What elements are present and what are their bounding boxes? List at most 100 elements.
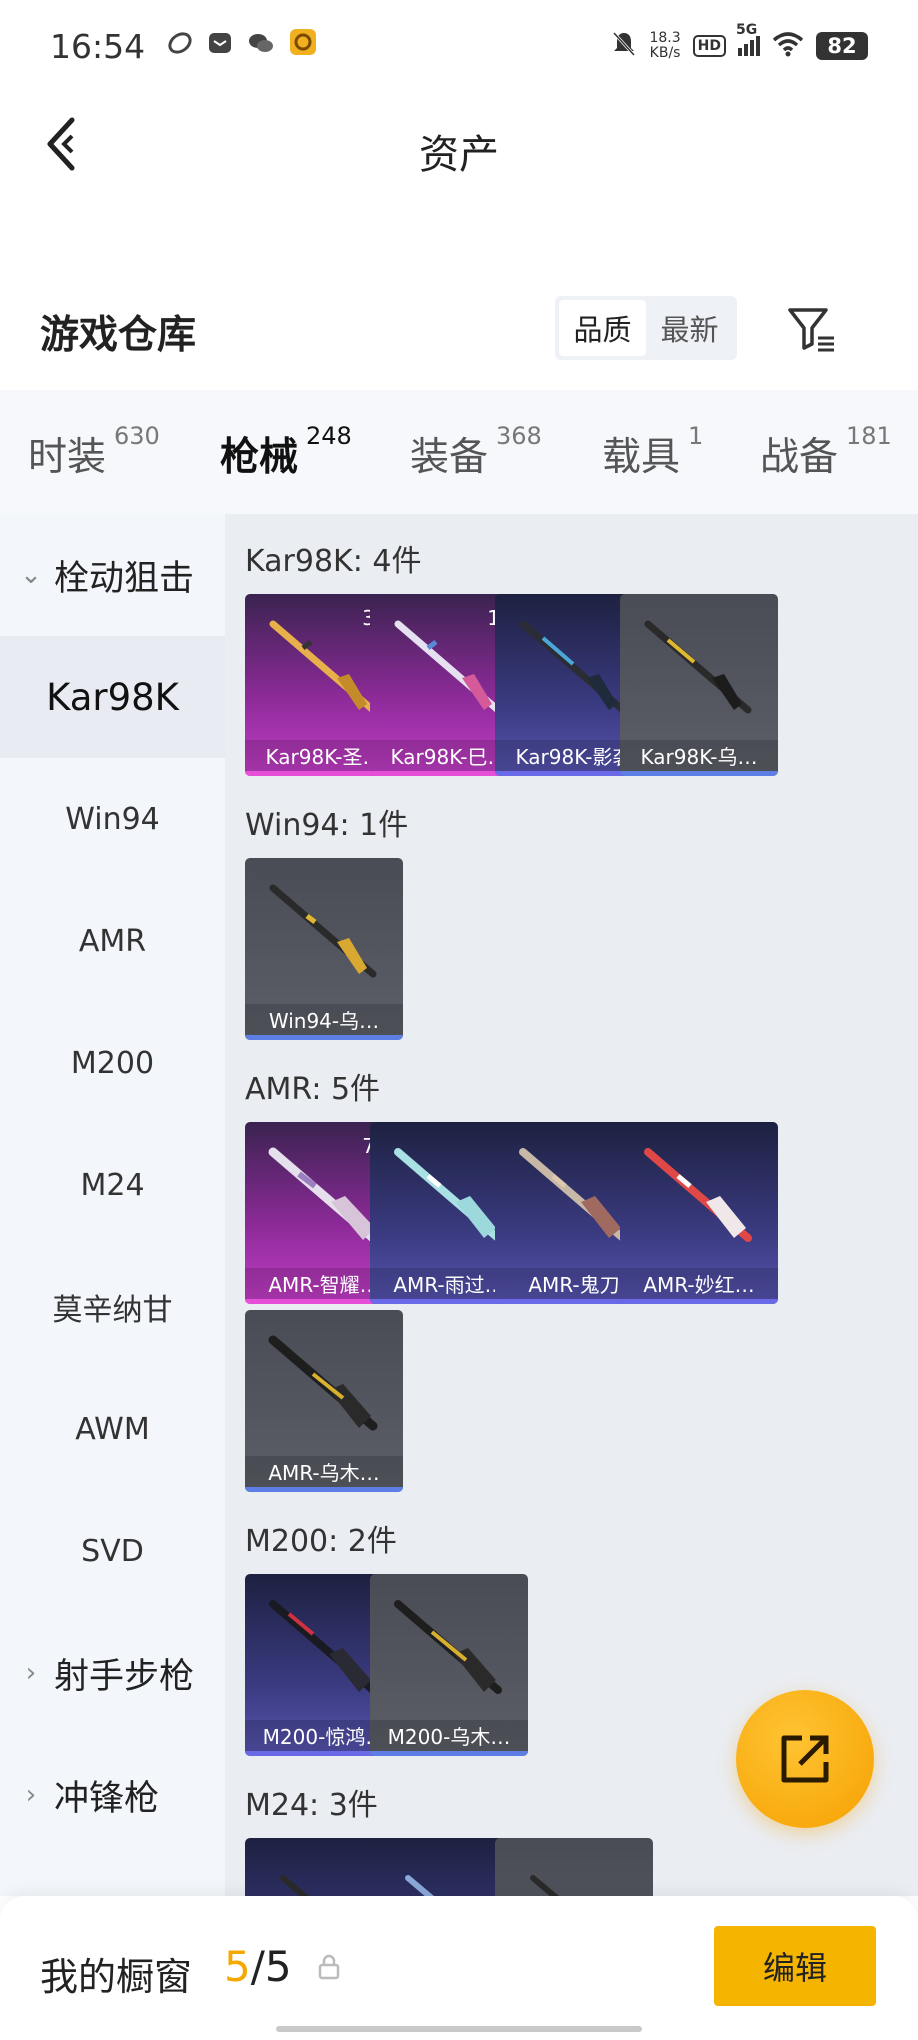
share-fab-button[interactable] (736, 1690, 874, 1828)
chevron-right-icon: › (25, 1658, 37, 1688)
section-title-m200: M200: 2件 (245, 1524, 397, 1559)
sort-toggle: 品质 最新 (555, 296, 737, 360)
warehouse-title: 游戏仓库 (40, 313, 197, 358)
tab-count: 181 (846, 422, 892, 450)
rifle-icon (269, 620, 377, 714)
rifle-icon (519, 620, 627, 714)
tab-count: 630 (114, 422, 160, 450)
weapon-name: AMR-妙红… (620, 1268, 778, 1304)
rifle-icon (405, 1875, 434, 1896)
showcase-label: 我的橱窗 (40, 1955, 193, 1999)
sort-quality-option[interactable]: 品质 (559, 300, 646, 356)
category-tabs: 时装 630 枪械 248 装备 368 载具 1 战备 181 (0, 390, 918, 527)
rifle-icon (394, 1148, 502, 1242)
status-bar: 16:54 18.3 KB/s HD 5G 82 (0, 0, 918, 92)
rifle-icon (268, 1147, 378, 1243)
title-bar: 资产 (0, 92, 918, 196)
sidebar-group-label: 栓动狙击 (54, 558, 195, 599)
tab-label: 时装 (28, 435, 107, 480)
network-type: 5G (736, 22, 758, 38)
weapon-card[interactable]: AMR-乌木… (245, 1310, 403, 1492)
rifle-icon (530, 1875, 559, 1896)
sidebar-item-m200[interactable]: M200 (0, 1002, 225, 1124)
filter-icon (788, 308, 834, 352)
weapon-name: Win94-乌… (245, 1004, 403, 1040)
sidebar-item-amr[interactable]: AMR (0, 880, 225, 1002)
speed-unit: KB/s (649, 45, 681, 61)
sidebar-item-kar98k[interactable]: Kar98K (0, 636, 225, 758)
network-speed: 18.3 KB/s (649, 31, 680, 61)
game-app-icon (289, 28, 317, 64)
tab-vehicles[interactable]: 载具 1 (602, 422, 703, 490)
rifle-icon (519, 1148, 627, 1242)
hd-badge: HD (692, 35, 726, 57)
showcase-count-total: /5 (250, 1942, 292, 1991)
rifle-icon (269, 1600, 377, 1694)
tab-label: 战备 (760, 435, 839, 480)
tab-equipment[interactable]: 装备 368 (410, 422, 542, 490)
message-app-icon (207, 28, 233, 64)
weapon-grid: Kar98K: 4件 3级 Kar98K-圣… 1级 Kar98K-巳… Kar… (225, 514, 918, 1896)
weapon-card[interactable]: Kar98K-乌… (620, 594, 778, 776)
sidebar-group-dmr[interactable]: › 射手步枪 (0, 1612, 225, 1734)
share-external-icon (781, 1735, 829, 1783)
sidebar-item-win94[interactable]: Win94 (0, 758, 225, 880)
sort-latest-option[interactable]: 最新 (646, 300, 733, 356)
rifle-icon (268, 1335, 378, 1431)
sidebar-item-awm[interactable]: AWM (0, 1368, 225, 1490)
sidebar-group-smg[interactable]: › 冲锋枪 (0, 1734, 225, 1856)
tab-count: 248 (306, 422, 352, 450)
rifle-icon (644, 620, 752, 714)
tab-label: 载具 (602, 435, 681, 480)
sidebar-group-label: 射手步枪 (54, 1656, 195, 1697)
weapon-card[interactable]: M200-乌木… (370, 1574, 528, 1756)
section-title-amr: AMR: 5件 (245, 1072, 381, 1107)
weapon-name: M200-乌木… (370, 1720, 528, 1756)
edit-button[interactable]: 编辑 (714, 1926, 876, 2006)
weapon-name: Kar98K-乌… (620, 740, 778, 776)
weapon-card[interactable]: AMR-妙红… (620, 1122, 778, 1304)
weapon-sidebar: ⌄ 栓动狙击 Kar98K Win94 AMR M200 M24 莫辛纳甘 AW… (0, 514, 225, 1896)
sidebar-group-label: 冲锋枪 (54, 1778, 160, 1819)
showcase-footer: 我的橱窗 5/5 编辑 (0, 1896, 918, 2040)
sidebar-item-svd[interactable]: SVD (0, 1490, 225, 1612)
rifle-icon (280, 1875, 309, 1896)
battery-indicator: 82 (816, 32, 868, 60)
showcase-count: 5/5 (224, 1942, 292, 1991)
weapon-card[interactable] (495, 1838, 653, 1896)
tab-fashion[interactable]: 时装 630 (28, 422, 160, 490)
warehouse-header: 游戏仓库 品质 最新 (0, 282, 918, 382)
section-title-kar98k: Kar98K: 4件 (245, 544, 422, 579)
showcase-count-current: 5 (224, 1942, 251, 1991)
home-indicator[interactable] (276, 2026, 642, 2032)
tab-label: 枪械 (220, 435, 299, 480)
sidebar-item-m24[interactable]: M24 (0, 1124, 225, 1246)
app-icon-1 (167, 28, 193, 64)
rifle-icon (269, 884, 377, 978)
weapon-name: AMR-乌木… (245, 1456, 403, 1492)
tab-combat-gear[interactable]: 战备 181 (760, 422, 892, 490)
page-title: 资产 (419, 132, 499, 178)
speed-value: 18.3 (649, 30, 681, 46)
section-title-m24: M24: 3件 (245, 1788, 378, 1823)
wifi-icon (772, 31, 804, 62)
chevron-down-icon: ⌄ (20, 560, 42, 590)
lock-icon (318, 1954, 340, 1984)
sidebar-group-bolt-action[interactable]: ⌄ 栓动狙击 (0, 514, 225, 636)
wechat-icon (247, 28, 275, 64)
rifle-icon (394, 1600, 502, 1694)
status-time: 16:54 (50, 26, 146, 66)
mute-bell-icon (611, 30, 637, 63)
rifle-icon (394, 620, 502, 714)
tab-count: 368 (496, 422, 542, 450)
filter-button[interactable] (780, 300, 844, 360)
sidebar-item-mosin[interactable]: 莫辛纳甘 (0, 1246, 225, 1368)
rifle-icon (644, 1148, 752, 1242)
section-title-win94: Win94: 1件 (245, 808, 409, 843)
signal-icon: 5G (736, 22, 760, 56)
tab-label: 装备 (410, 435, 489, 480)
tab-firearms[interactable]: 枪械 248 (220, 422, 352, 527)
tab-count: 1 (688, 422, 704, 450)
chevron-right-icon: › (25, 1780, 37, 1810)
weapon-card[interactable]: Win94-乌… (245, 858, 403, 1040)
